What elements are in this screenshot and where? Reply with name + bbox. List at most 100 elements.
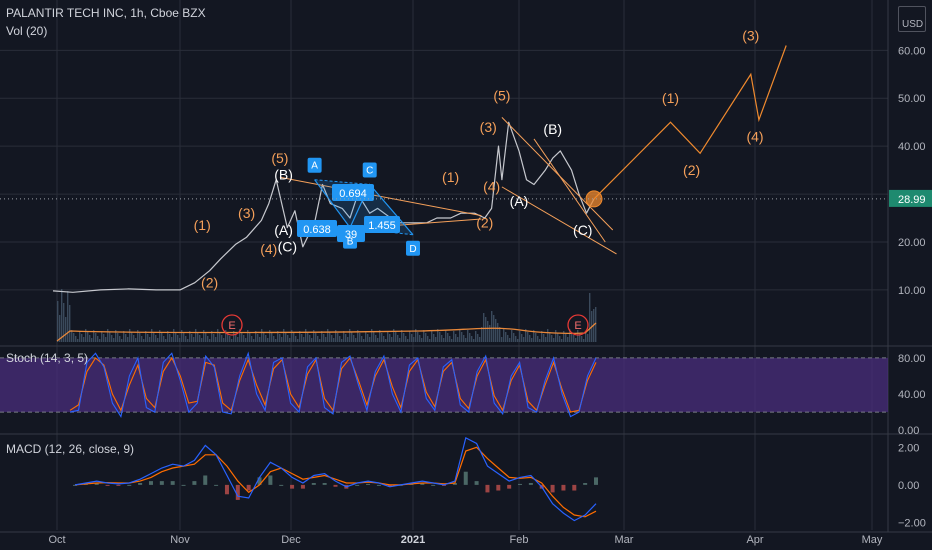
volume-bar — [529, 335, 531, 342]
volume-bar — [397, 335, 399, 342]
macd-hist-bar — [485, 484, 490, 493]
volume-bar — [247, 330, 249, 342]
volume-bar — [367, 334, 369, 342]
volume-bar — [219, 332, 221, 342]
volume-bar — [329, 332, 331, 342]
volume-bar — [561, 339, 563, 342]
volume-bar — [125, 334, 127, 342]
volume-bar — [353, 335, 355, 342]
volume-bar — [317, 336, 319, 342]
macd-hist-bar — [528, 483, 533, 485]
volume-bar — [491, 311, 493, 342]
volume-bar — [131, 332, 133, 342]
volume-bar — [243, 335, 245, 342]
volume-bar — [323, 334, 325, 342]
macd-hist-bar — [311, 483, 316, 485]
volume-bar — [435, 337, 437, 342]
macd-hist-bar — [322, 483, 327, 485]
volume-bar — [267, 338, 269, 342]
macd-hist-bar — [572, 484, 577, 491]
volume-bar — [535, 333, 537, 342]
volume-bar — [549, 332, 551, 342]
elliott-wave-label: (4) — [260, 241, 277, 257]
volume-bar — [539, 339, 541, 342]
volume-bar — [273, 336, 275, 342]
abcd-ratio-label: 0.694 — [339, 188, 367, 200]
volume-bar — [433, 334, 435, 342]
volume-bar — [371, 329, 373, 342]
macd-hist-bar — [561, 484, 566, 491]
volume-bar — [235, 334, 237, 342]
volume-bar — [209, 339, 211, 342]
x-tick-label: 2021 — [401, 534, 425, 546]
volume-bar — [481, 327, 483, 342]
abcd-ratio-label: 0.638 — [303, 224, 331, 236]
elliott-wave-label: (4) — [483, 179, 500, 195]
chart-canvas[interactable]: OctNovDec2021FebMarAprMay10.0020.0030.00… — [0, 0, 932, 550]
earnings-label: E — [574, 320, 581, 332]
abcd-point-label: A — [311, 161, 318, 172]
volume-bar — [157, 338, 159, 342]
volume-bar — [177, 335, 179, 342]
volume-bar — [199, 335, 201, 342]
volume-bar — [551, 335, 553, 342]
elliott-wave-label: (1) — [662, 90, 679, 106]
volume-bar — [361, 336, 363, 342]
volume-bar — [573, 335, 575, 342]
volume-bar — [543, 334, 545, 342]
macd-hist-bar — [148, 481, 153, 485]
volume-bar — [545, 337, 547, 342]
volume-bar — [217, 329, 219, 342]
macd-hist-bar — [181, 484, 186, 486]
volume-bar — [169, 334, 171, 342]
volume-bar — [347, 337, 349, 342]
volume-bar — [279, 334, 281, 342]
abcd-ratio-label: 39 — [345, 229, 357, 241]
volume-bar — [207, 336, 209, 342]
volume-bar — [241, 332, 243, 342]
volume-bar — [337, 333, 339, 342]
y-tick-label: 40.00 — [898, 141, 926, 153]
volume-bar — [531, 338, 533, 342]
macd-hist-bar — [192, 481, 197, 485]
volume-bar — [285, 332, 287, 342]
volume-bar — [479, 337, 481, 342]
volume-bar — [265, 335, 267, 342]
volume-bar — [439, 332, 441, 342]
volume-bar — [287, 335, 289, 342]
volume-bar — [107, 329, 109, 342]
volume-bar — [557, 333, 559, 342]
volume-bar — [333, 338, 335, 342]
volume-bar — [497, 323, 499, 342]
abcd-point-label: D — [409, 244, 416, 255]
volume-bar — [127, 337, 129, 342]
volume-bar — [407, 339, 409, 342]
volume-bar — [97, 336, 99, 342]
volume-bar — [87, 332, 89, 342]
volume-bar — [441, 335, 443, 342]
volume-bar — [305, 329, 307, 342]
volume-bar — [515, 336, 517, 342]
volume-bar — [455, 334, 457, 342]
volume-bar — [229, 336, 231, 342]
volume-bar — [179, 338, 181, 342]
volume-bar — [405, 336, 407, 342]
volume-bar — [121, 339, 123, 342]
currency-badge[interactable]: USD — [898, 6, 926, 32]
volume-bar — [61, 289, 63, 342]
macd-hist-bar — [203, 475, 208, 485]
elliott-wave-label-white: (A) — [510, 193, 529, 209]
volume-bar — [133, 335, 135, 342]
volume-bar — [359, 333, 361, 342]
stoch-tick-label: 40.00 — [898, 389, 926, 401]
macd-hist-bar — [376, 484, 381, 486]
elliott-wave-label-white: (B) — [543, 121, 562, 137]
volume-bar — [345, 334, 347, 342]
volume-bar — [443, 338, 445, 342]
volume-bar — [307, 332, 309, 342]
volume-bar — [67, 291, 69, 342]
macd-hist-bar — [550, 484, 555, 493]
x-tick-label: Nov — [170, 534, 190, 546]
macd-hist-bar — [127, 484, 132, 486]
volume-bar — [161, 333, 163, 342]
